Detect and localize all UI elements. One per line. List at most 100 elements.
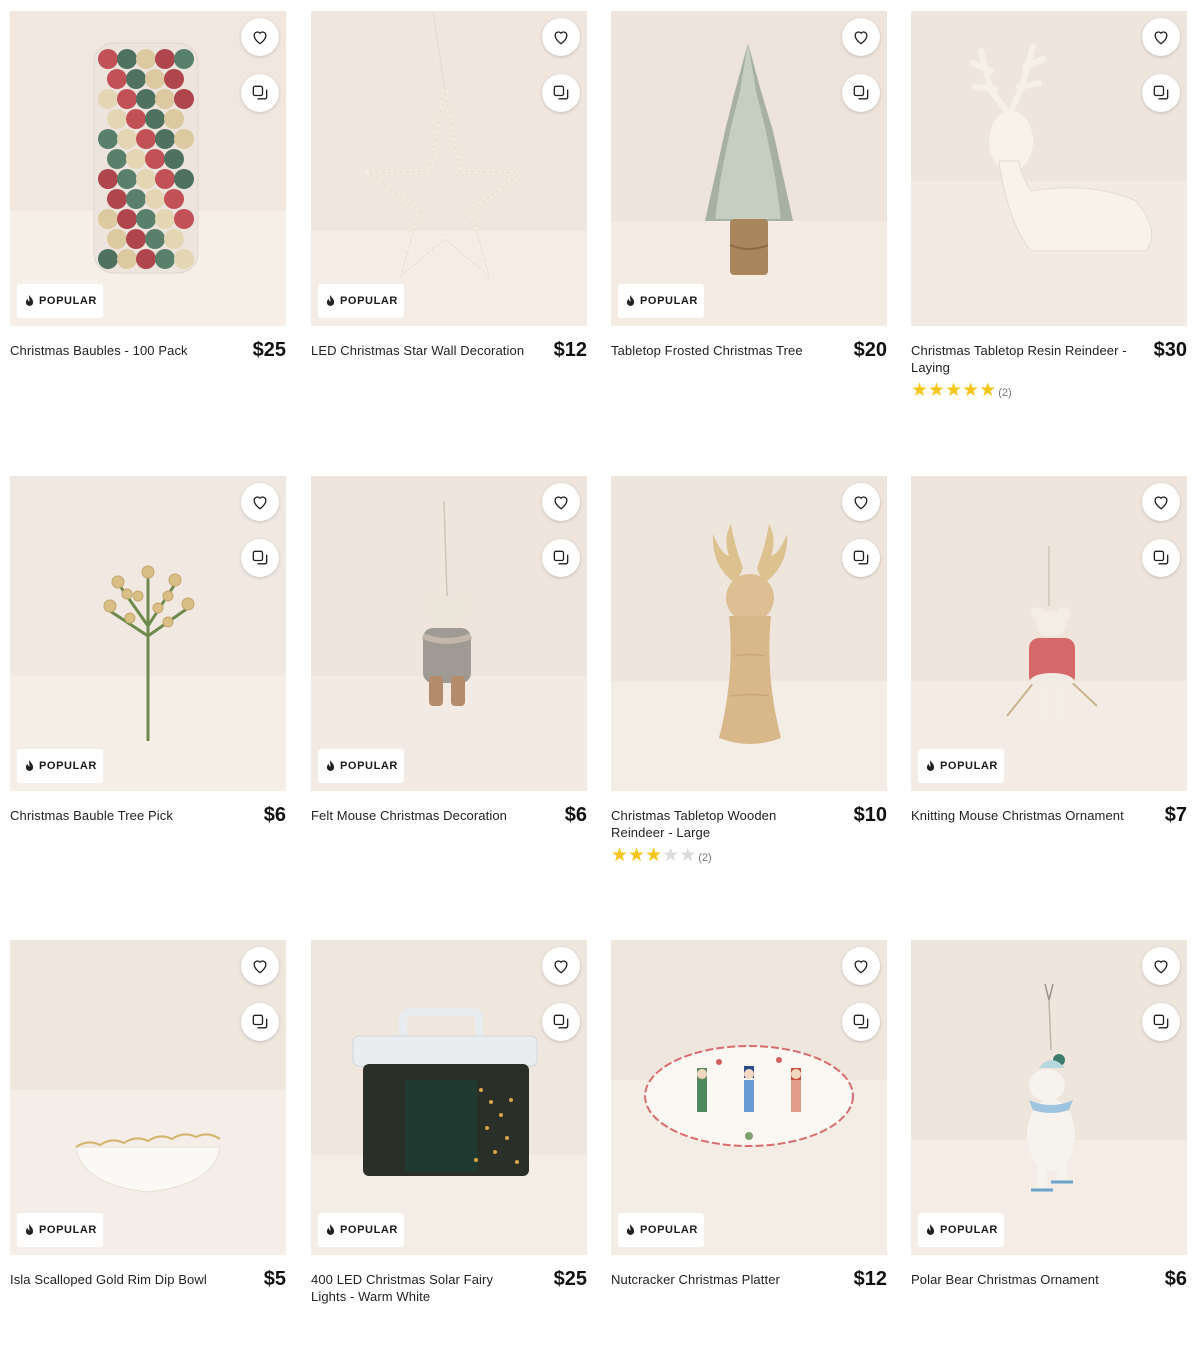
product-name[interactable]: Knitting Mouse Christmas Ornament — [911, 807, 1124, 824]
compare-icon — [252, 1014, 268, 1029]
star-icon: ★ — [945, 380, 963, 401]
badge-label: POPULAR — [940, 760, 998, 772]
wishlist-button[interactable] — [542, 483, 580, 521]
product-image[interactable] — [911, 11, 1187, 326]
fairy-lights-image — [311, 940, 587, 1255]
product-image[interactable]: POPULAR — [10, 11, 286, 326]
popular-badge: POPULAR — [318, 284, 404, 318]
wishlist-button[interactable] — [842, 947, 880, 985]
wishlist-button[interactable] — [241, 947, 279, 985]
badge-label: POPULAR — [39, 1224, 97, 1236]
product-image[interactable]: POPULAR — [611, 11, 887, 326]
rating-count: (2) — [998, 386, 1012, 399]
badge-label: POPULAR — [340, 295, 398, 307]
product-image[interactable]: POPULAR — [311, 476, 587, 791]
product-card[interactable]: POPULAR Christmas Bauble Tree Pick $6 — [10, 476, 286, 825]
product-card[interactable]: POPULAR Knitting Mouse Christmas Ornamen… — [911, 476, 1187, 825]
wishlist-button[interactable] — [1142, 947, 1180, 985]
product-name[interactable]: Nutcracker Christmas Platter — [611, 1271, 780, 1288]
product-card[interactable]: POPULAR Isla Scalloped Gold Rim Dip Bowl… — [10, 940, 286, 1289]
compare-icon — [553, 85, 569, 100]
rating-stars: ★ ★ ★ ★ ★ — [611, 845, 696, 866]
compare-button[interactable] — [241, 74, 279, 112]
product-name[interactable]: 400 LED Christmas Solar Fairy Lights - W… — [311, 1271, 531, 1305]
compare-button[interactable] — [542, 1003, 580, 1041]
wishlist-button[interactable] — [842, 483, 880, 521]
flame-icon — [326, 1224, 335, 1235]
wishlist-button[interactable] — [241, 483, 279, 521]
compare-button[interactable] — [842, 74, 880, 112]
heart-icon — [1154, 31, 1168, 45]
product-name[interactable]: Christmas Bauble Tree Pick — [10, 807, 173, 824]
flame-icon — [25, 760, 34, 771]
product-name[interactable]: Felt Mouse Christmas Decoration — [311, 807, 507, 824]
flame-icon — [626, 295, 635, 306]
star-icon: ★ — [928, 380, 946, 401]
product-price: $25 — [252, 339, 286, 361]
product-name[interactable]: LED Christmas Star Wall Decoration — [311, 342, 524, 359]
product-price: $7 — [1164, 804, 1187, 826]
product-price: $25 — [553, 1268, 587, 1290]
popular-badge: POPULAR — [918, 1213, 1004, 1247]
product-card[interactable]: POPULAR Felt Mouse Christmas Decoration … — [311, 476, 587, 825]
product-card[interactable]: POPULAR 400 LED Christmas Solar Fairy Li… — [311, 940, 587, 1305]
product-card[interactable]: POPULAR LED Christmas Star Wall Decorati… — [311, 11, 587, 360]
compare-button[interactable] — [842, 1003, 880, 1041]
heart-icon — [253, 960, 267, 974]
product-image[interactable]: POPULAR — [10, 476, 286, 791]
felt-mouse-image — [311, 476, 587, 791]
product-price: $12 — [853, 1268, 887, 1290]
compare-button[interactable] — [241, 539, 279, 577]
popular-badge: POPULAR — [17, 1213, 103, 1247]
wishlist-button[interactable] — [1142, 483, 1180, 521]
wishlist-button[interactable] — [542, 947, 580, 985]
product-image[interactable]: POPULAR — [611, 940, 887, 1255]
compare-button[interactable] — [542, 74, 580, 112]
product-card[interactable]: POPULAR Christmas Baubles - 100 Pack $25 — [10, 11, 286, 360]
star-icon: ★ — [628, 845, 646, 866]
product-price: $20 — [853, 339, 887, 361]
product-name[interactable]: Isla Scalloped Gold Rim Dip Bowl — [10, 1271, 207, 1288]
compare-button[interactable] — [842, 539, 880, 577]
frosted-tree-image — [611, 11, 887, 326]
wishlist-button[interactable] — [241, 18, 279, 56]
heart-icon — [1154, 960, 1168, 974]
compare-button[interactable] — [1142, 1003, 1180, 1041]
product-card[interactable]: Christmas Tabletop Wooden Reindeer - Lar… — [611, 476, 887, 865]
star-icon: ★ — [611, 845, 629, 866]
wishlist-button[interactable] — [842, 18, 880, 56]
product-name[interactable]: Tabletop Frosted Christmas Tree — [611, 342, 803, 359]
product-image[interactable] — [611, 476, 887, 791]
compare-icon — [1153, 85, 1169, 100]
product-image[interactable]: POPULAR — [10, 940, 286, 1255]
compare-icon — [853, 85, 869, 100]
compare-button[interactable] — [1142, 539, 1180, 577]
compare-button[interactable] — [1142, 74, 1180, 112]
product-image[interactable]: POPULAR — [911, 476, 1187, 791]
product-card[interactable]: POPULAR Nutcracker Christmas Platter $12 — [611, 940, 887, 1289]
wishlist-button[interactable] — [1142, 18, 1180, 56]
product-image[interactable]: POPULAR — [311, 11, 587, 326]
product-card[interactable]: POPULAR Tabletop Frosted Christmas Tree … — [611, 11, 887, 360]
product-name[interactable]: Christmas Tabletop Resin Reindeer - Layi… — [911, 342, 1131, 376]
product-card[interactable]: POPULAR Polar Bear Christmas Ornament $6 — [911, 940, 1187, 1289]
compare-button[interactable] — [542, 539, 580, 577]
product-rating[interactable]: ★ ★ ★ ★ ★ (2) — [611, 845, 831, 866]
compare-button[interactable] — [241, 1003, 279, 1041]
flame-icon — [326, 295, 335, 306]
product-name[interactable]: Polar Bear Christmas Ornament — [911, 1271, 1099, 1288]
product-name[interactable]: Christmas Baubles - 100 Pack — [10, 342, 188, 359]
popular-badge: POPULAR — [618, 284, 704, 318]
wooden-reindeer-image — [611, 476, 887, 791]
popular-badge: POPULAR — [618, 1213, 704, 1247]
product-name[interactable]: Christmas Tabletop Wooden Reindeer - Lar… — [611, 807, 831, 841]
product-image[interactable]: POPULAR — [311, 940, 587, 1255]
product-card[interactable]: Christmas Tabletop Resin Reindeer - Layi… — [911, 11, 1187, 400]
flame-icon — [926, 1224, 935, 1235]
popular-badge: POPULAR — [17, 749, 103, 783]
popular-badge: POPULAR — [918, 749, 1004, 783]
wishlist-button[interactable] — [542, 18, 580, 56]
product-rating[interactable]: ★ ★ ★ ★ ★ (2) — [911, 380, 1131, 401]
knitting-mouse-image — [911, 476, 1187, 791]
product-image[interactable]: POPULAR — [911, 940, 1187, 1255]
